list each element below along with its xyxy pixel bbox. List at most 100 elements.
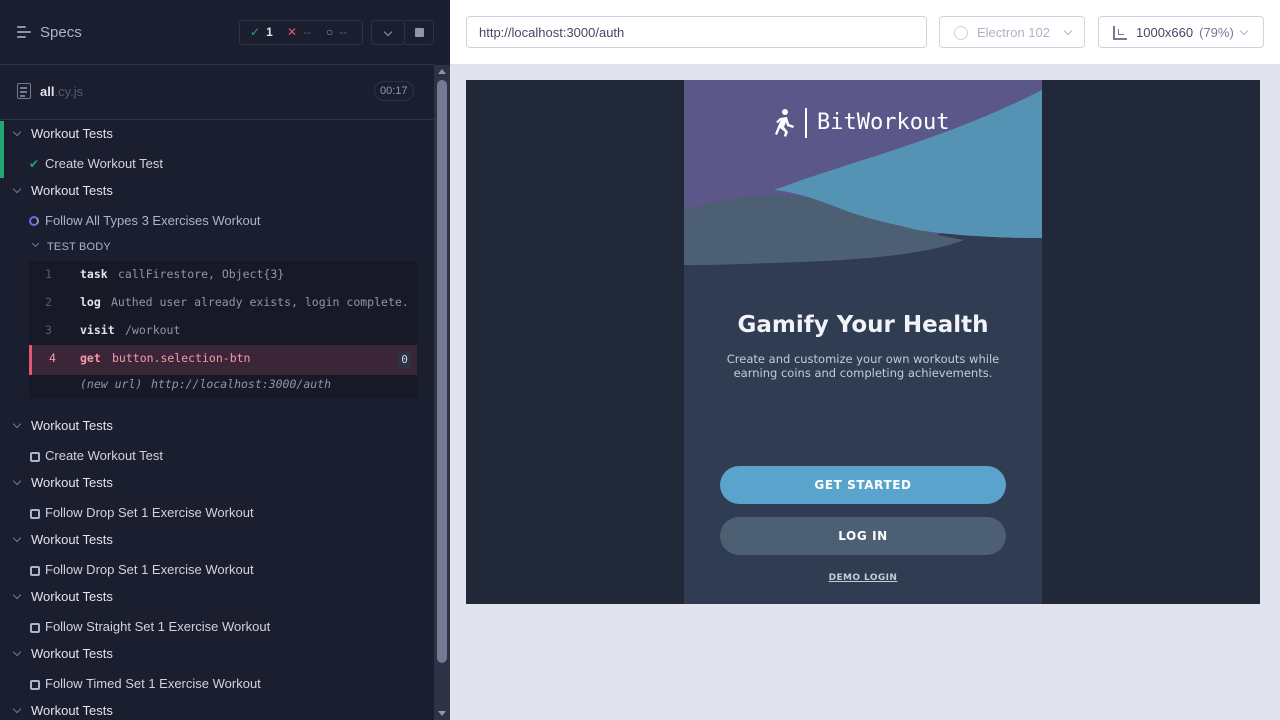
test-title: Follow Drop Set 1 Exercise Workout [45,505,254,520]
ruler-icon [1113,26,1127,40]
browser-selector[interactable]: Electron 102 [939,16,1085,48]
run-duration: 00:17 [374,81,414,101]
failed-stat: ✕ -- [287,25,312,39]
stop-button[interactable] [404,20,434,45]
command-log: 1 task callFirestore, Object{3} 2 log Au… [29,261,417,399]
aut-panel: Electron 102 1000x660(79%) [450,0,1280,720]
suite-row[interactable]: Workout Tests [0,527,434,555]
viewport-selector[interactable]: 1000x660 (79%) [1098,16,1264,48]
event-row[interactable]: (new url) http://localhost:3000/auth [29,371,417,399]
reporter-panel: Specs ✓ 1 ✕ -- ○ -- all.cy.js 00:17 Workout… [0,0,450,720]
test-row-running[interactable]: Follow All Types 3 Exercises Workout [0,207,434,235]
test-row-pending[interactable]: Follow Drop Set 1 Exercise Workout [0,556,434,584]
chevron-down-icon [12,647,22,657]
specs-menu-icon[interactable] [17,26,31,38]
chevron-down-icon [1239,26,1249,36]
command-name: get [80,351,101,365]
scroll-down-arrow-icon[interactable] [438,711,446,716]
suite-row[interactable]: Workout Tests [0,178,434,206]
browser-toolbar: Electron 102 1000x660(79%) [450,0,1280,64]
reporter-scrollbar[interactable] [434,65,450,720]
command-message: button.selection-btn [112,351,251,365]
url-field[interactable] [466,16,927,48]
spec-file-name[interactable]: all.cy.js [40,84,83,99]
chevron-down-icon [12,590,22,600]
test-row-passed[interactable]: ✔ Create Workout Test [0,150,434,178]
suite-title: Workout Tests [31,475,113,490]
chevron-down-icon [12,476,22,486]
failed-count: -- [303,25,312,39]
suite-title: Workout Tests [31,532,113,547]
logo-divider [805,108,807,138]
logo-text: BitWorkout [817,110,950,135]
test-title: Follow Drop Set 1 Exercise Workout [45,562,254,577]
test-body-toggle[interactable]: TEST BODY [0,234,434,258]
running-spinner-icon [29,216,39,226]
suite-row[interactable]: Workout Tests [0,121,434,149]
test-stats: ✓ 1 ✕ -- ○ -- [239,20,363,45]
pending-icon [30,566,40,576]
suite-title: Workout Tests [31,646,113,661]
check-icon: ✔ [29,157,40,171]
chevron-down-icon [12,127,22,137]
command-name: visit [80,323,115,337]
runner-icon [775,109,794,137]
suite-row[interactable]: Workout Tests [0,470,434,498]
demo-login-link[interactable]: DEMO LOGIN [684,573,1042,583]
pending-icon [30,623,40,633]
app-under-test-frame: BitWorkout Gamify Your Health Create and… [466,80,1260,604]
suite-row[interactable]: Workout Tests [0,413,434,441]
bitworkout-app: BitWorkout Gamify Your Health Create and… [684,80,1042,604]
hero-subtitle: Create and customize your own workouts w… [726,352,1000,380]
suite-title: Workout Tests [31,703,113,718]
scrollbar-thumb[interactable] [437,80,447,663]
chevron-down-icon [1063,26,1073,36]
chevron-down-icon [31,239,40,248]
command-number: 3 [45,323,52,337]
event-name: (new url) [80,377,143,391]
test-row-pending[interactable]: Create Workout Test [0,442,434,470]
command-row[interactable]: 2 log Authed user already exists, login … [29,289,417,317]
document-icon [17,83,31,99]
chevron-down-icon [12,704,22,714]
get-started-button[interactable]: GET STARTED [720,466,1006,504]
test-body-label: TEST BODY [47,241,111,253]
command-message: /workout [125,323,181,337]
suite-row[interactable]: Workout Tests [0,641,434,669]
spec-file-header: all.cy.js 00:17 [0,66,434,120]
test-title: Create Workout Test [45,156,164,171]
event-message: http://localhost:3000/auth [151,377,332,391]
test-title: Follow All Types 3 Exercises Workout [45,213,261,228]
viewport-size: 1000x660 (79%) [1136,25,1234,40]
command-name: task [80,267,108,281]
log-in-button[interactable]: LOG IN [720,517,1006,555]
command-row[interactable]: 3 visit /workout [29,317,417,345]
suite-row[interactable]: Workout Tests [0,584,434,612]
pending-count: -- [339,25,348,39]
command-message: callFirestore, Object{3} [118,267,285,281]
passed-stat: ✓ 1 [250,25,273,39]
suite-title: Workout Tests [31,183,113,198]
test-title: Follow Timed Set 1 Exercise Workout [45,676,261,691]
pending-stat: ○ -- [326,25,348,39]
passed-count: 1 [266,25,273,39]
test-row-pending[interactable]: Follow Drop Set 1 Exercise Workout [0,499,434,527]
test-row-pending[interactable]: Follow Straight Set 1 Exercise Workout [0,613,434,641]
suite-row[interactable]: Workout Tests [0,698,434,720]
test-list[interactable]: Workout Tests ✔ Create Workout Test Work… [0,121,434,720]
command-number: 1 [45,267,52,281]
viewport-scale: (79%) [1199,25,1234,40]
chevron-down-icon [383,27,393,37]
command-number: 2 [45,295,52,309]
command-number: 4 [49,351,56,365]
pending-icon [30,509,40,519]
expand-toggle-button[interactable] [371,20,405,45]
pending-icon [30,452,40,462]
suite-title: Workout Tests [31,589,113,604]
test-row-pending[interactable]: Follow Timed Set 1 Exercise Workout [0,670,434,698]
specs-title[interactable]: Specs [40,24,82,41]
suite-title: Workout Tests [31,418,113,433]
reporter-header: Specs ✓ 1 ✕ -- ○ -- [0,0,434,65]
command-row[interactable]: 1 task callFirestore, Object{3} [29,261,417,289]
scroll-up-arrow-icon[interactable] [438,69,446,74]
